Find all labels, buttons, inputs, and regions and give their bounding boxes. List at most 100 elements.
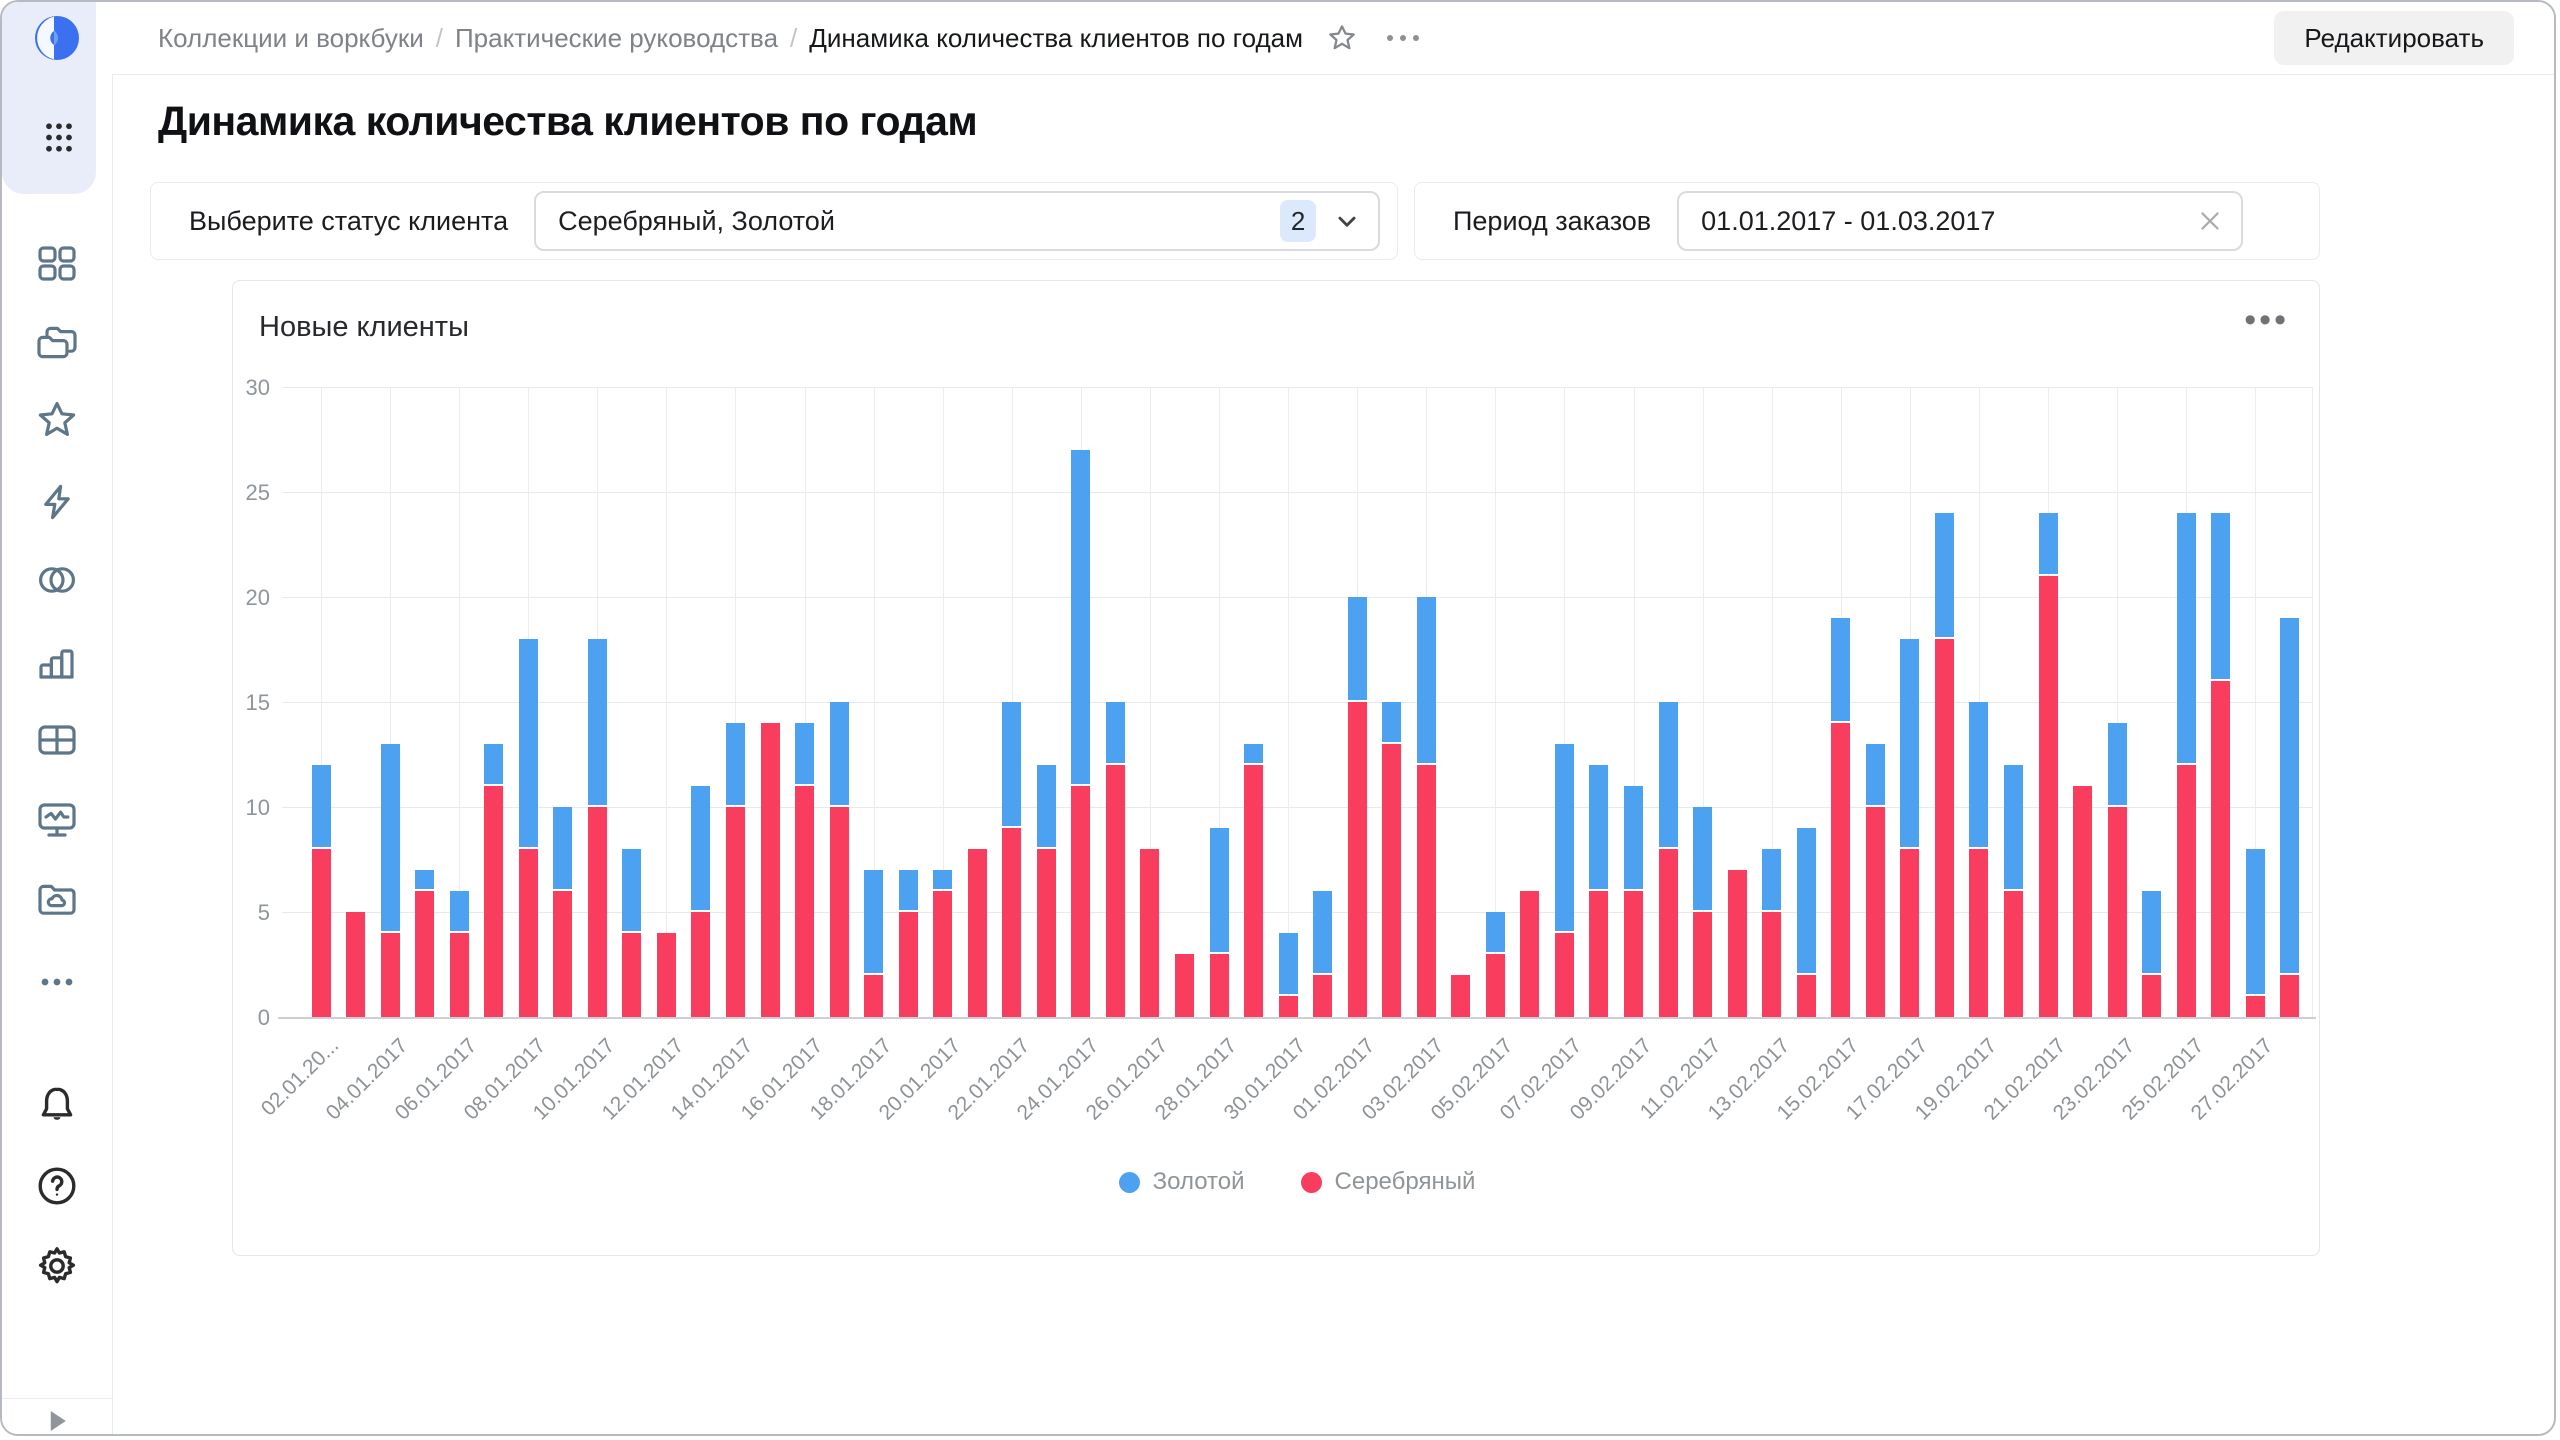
bar-07.02.2017-Золотой[interactable] [1555, 744, 1574, 931]
bar-08.02.2017-Серебряный[interactable] [1589, 891, 1608, 1017]
bar-02.01.2017-Золотой[interactable] [312, 765, 331, 847]
chart-menu-icon[interactable]: ••• [2244, 303, 2289, 337]
clear-period-icon[interactable] [2195, 206, 2225, 236]
favorite-star-icon[interactable] [1325, 21, 1359, 55]
bar-21.02.2017-Серебряный[interactable] [2039, 576, 2058, 1017]
bar-11.01.2017-Золотой[interactable] [622, 849, 641, 931]
bar-25.02.2017-Серебряный[interactable] [2177, 765, 2196, 1017]
bar-28.02.2017-Золотой[interactable] [2280, 618, 2299, 973]
bar-16.02.2017-Серебряный[interactable] [1866, 807, 1885, 1017]
period-date-input[interactable]: 01.01.2017 - 01.03.2017 [1677, 191, 2243, 251]
bar-15.02.2017-Золотой[interactable] [1831, 618, 1850, 721]
bar-08.01.2017-Серебряный[interactable] [519, 849, 538, 1017]
legend-item-Золотой[interactable]: Золотой [1119, 1168, 1245, 1196]
bar-09.01.2017-Золотой[interactable] [553, 807, 572, 889]
bar-28.01.2017-Серебряный[interactable] [1210, 954, 1229, 1017]
sidebar-item-collections[interactable] [33, 318, 81, 366]
bar-14.02.2017-Золотой[interactable] [1797, 828, 1816, 973]
bar-25.01.2017-Золотой[interactable] [1106, 702, 1125, 763]
bar-04.02.2017-Серебряный[interactable] [1451, 975, 1470, 1017]
bar-15.01.2017-Серебряный[interactable] [761, 723, 780, 1017]
bar-09.01.2017-Серебряный[interactable] [553, 891, 572, 1017]
sidebar-expand-icon[interactable] [42, 1406, 72, 1434]
bar-17.02.2017-Золотой[interactable] [1900, 639, 1919, 847]
bar-09.02.2017-Серебряный[interactable] [1624, 891, 1643, 1017]
bar-24.01.2017-Золотой[interactable] [1071, 450, 1090, 784]
bar-06.01.2017-Серебряный[interactable] [450, 933, 469, 1017]
bar-12.01.2017-Серебряный[interactable] [657, 933, 676, 1017]
sidebar-item-apps-grid[interactable] [33, 239, 81, 287]
bar-18.01.2017-Серебряный[interactable] [864, 975, 883, 1017]
bar-25.01.2017-Серебряный[interactable] [1106, 765, 1125, 1017]
bar-30.01.2017-Золотой[interactable] [1279, 933, 1298, 994]
bar-02.01.2017-Серебряный[interactable] [312, 849, 331, 1017]
settings-gear-icon[interactable] [33, 1242, 81, 1290]
bar-27.01.2017-Серебряный[interactable] [1175, 954, 1194, 1017]
sidebar-item-datasets[interactable] [33, 556, 81, 604]
bar-19.02.2017-Серебряный[interactable] [1969, 849, 1988, 1017]
bar-29.01.2017-Серебряный[interactable] [1244, 765, 1263, 1017]
bar-12.02.2017-Серебряный[interactable] [1728, 870, 1747, 1017]
bar-05.01.2017-Серебряный[interactable] [415, 891, 434, 1017]
sidebar-item-charts[interactable] [33, 638, 81, 686]
sidebar-item-storage[interactable] [33, 876, 81, 924]
bar-23.01.2017-Золотой[interactable] [1037, 765, 1056, 847]
bar-10.01.2017-Серебряный[interactable] [588, 807, 607, 1017]
bar-30.01.2017-Серебряный[interactable] [1279, 996, 1298, 1017]
bar-17.01.2017-Золотой[interactable] [830, 702, 849, 805]
bar-08.02.2017-Золотой[interactable] [1589, 765, 1608, 889]
bar-21.02.2017-Золотой[interactable] [2039, 513, 2058, 574]
bar-14.02.2017-Серебряный[interactable] [1797, 975, 1816, 1017]
bar-18.02.2017-Золотой[interactable] [1935, 513, 1954, 637]
bar-22.01.2017-Золотой[interactable] [1002, 702, 1021, 826]
sidebar-item-tables[interactable] [33, 716, 81, 764]
bar-07.01.2017-Серебряный[interactable] [484, 786, 503, 1017]
bar-29.01.2017-Золотой[interactable] [1244, 744, 1263, 763]
bar-18.02.2017-Серебряный[interactable] [1935, 639, 1954, 1017]
datalens-logo-icon[interactable] [33, 14, 81, 62]
bar-11.02.2017-Золотой[interactable] [1693, 807, 1712, 910]
services-grid-icon[interactable] [44, 120, 74, 160]
bar-03.02.2017-Золотой[interactable] [1417, 597, 1436, 763]
bar-11.02.2017-Серебряный[interactable] [1693, 912, 1712, 1017]
help-icon[interactable] [33, 1162, 81, 1210]
bar-22.01.2017-Серебряный[interactable] [1002, 828, 1021, 1017]
bar-13.01.2017-Золотой[interactable] [691, 786, 710, 910]
bar-04.01.2017-Серебряный[interactable] [381, 933, 400, 1017]
bar-02.02.2017-Серебряный[interactable] [1382, 744, 1401, 1017]
bar-05.01.2017-Золотой[interactable] [415, 870, 434, 889]
bar-27.02.2017-Серебряный[interactable] [2246, 996, 2265, 1017]
bar-20.01.2017-Серебряный[interactable] [933, 891, 952, 1017]
breadcrumb-guides[interactable]: Практические руководства [455, 23, 778, 54]
bar-24.01.2017-Серебряный[interactable] [1071, 786, 1090, 1017]
sidebar-item-editor-lightning[interactable] [33, 478, 81, 526]
bar-20.02.2017-Серебряный[interactable] [2004, 891, 2023, 1017]
bar-24.02.2017-Золотой[interactable] [2142, 891, 2161, 973]
edit-button[interactable]: Редактировать [2274, 11, 2514, 65]
bar-04.01.2017-Золотой[interactable] [381, 744, 400, 931]
bar-17.02.2017-Серебряный[interactable] [1900, 849, 1919, 1017]
bar-31.01.2017-Серебряный[interactable] [1313, 975, 1332, 1017]
bar-23.02.2017-Золотой[interactable] [2108, 723, 2127, 805]
bar-13.02.2017-Серебряный[interactable] [1762, 912, 1781, 1017]
bar-31.01.2017-Золотой[interactable] [1313, 891, 1332, 973]
bar-13.01.2017-Серебряный[interactable] [691, 912, 710, 1017]
bar-19.02.2017-Золотой[interactable] [1969, 702, 1988, 847]
bar-27.02.2017-Золотой[interactable] [2246, 849, 2265, 994]
bar-10.02.2017-Золотой[interactable] [1659, 702, 1678, 847]
bar-16.01.2017-Серебряный[interactable] [795, 786, 814, 1017]
bar-01.02.2017-Серебряный[interactable] [1348, 702, 1367, 1017]
sidebar-item-favorites[interactable] [33, 396, 81, 444]
bar-07.01.2017-Золотой[interactable] [484, 744, 503, 784]
sidebar-item-more[interactable] [33, 958, 81, 1006]
bar-09.02.2017-Золотой[interactable] [1624, 786, 1643, 889]
bar-24.02.2017-Серебряный[interactable] [2142, 975, 2161, 1017]
bar-19.01.2017-Серебряный[interactable] [899, 912, 918, 1017]
bar-23.02.2017-Серебряный[interactable] [2108, 807, 2127, 1017]
bar-17.01.2017-Серебряный[interactable] [830, 807, 849, 1017]
bar-05.02.2017-Золотой[interactable] [1486, 912, 1505, 952]
notifications-bell-icon[interactable] [33, 1082, 81, 1130]
bar-25.02.2017-Золотой[interactable] [2177, 513, 2196, 763]
bar-26.01.2017-Серебряный[interactable] [1140, 849, 1159, 1017]
bar-03.01.2017-Серебряный[interactable] [346, 912, 365, 1017]
